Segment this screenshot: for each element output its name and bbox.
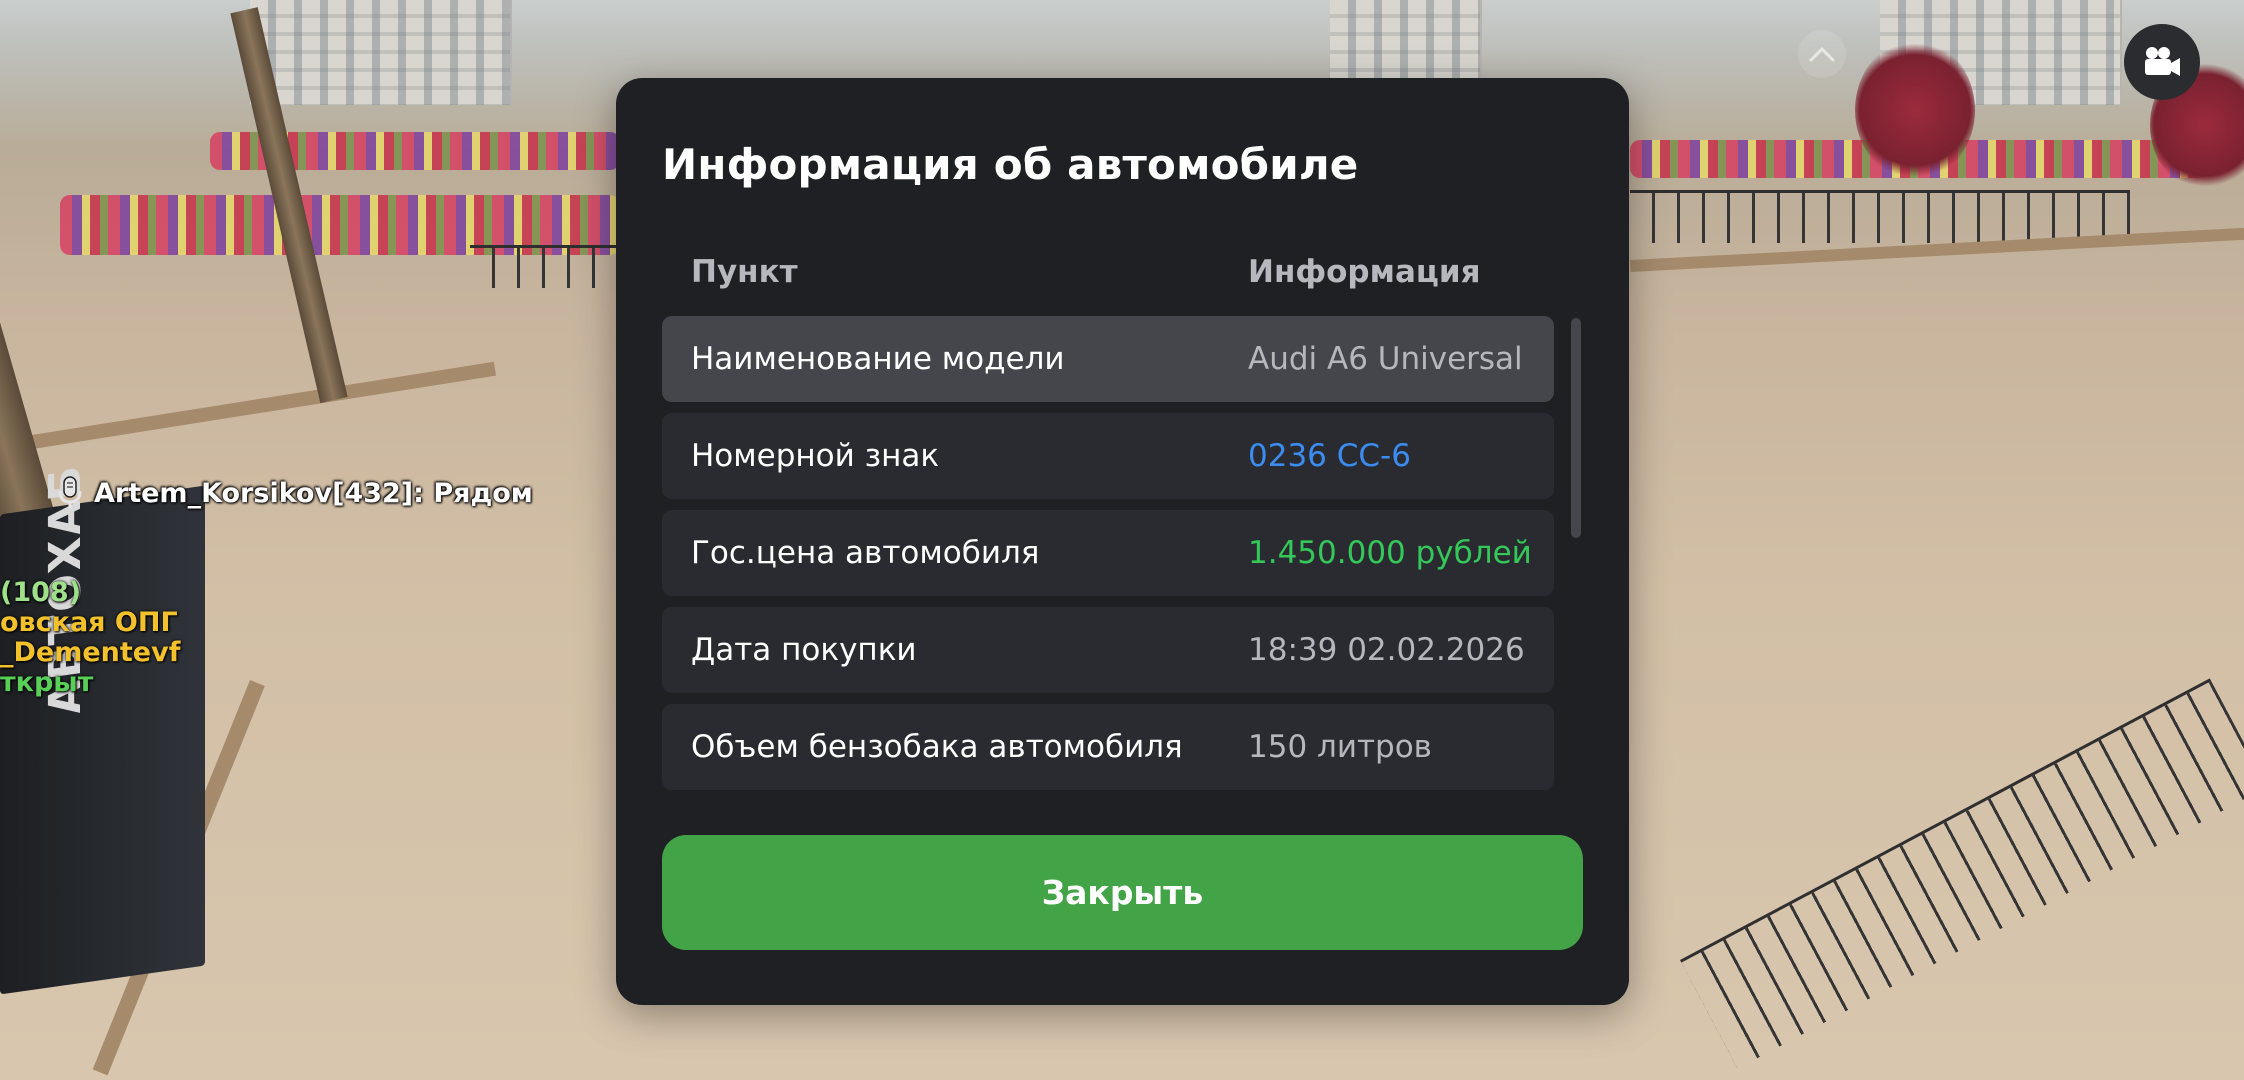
row-label: Дата покупки — [691, 632, 917, 668]
row-label: Гос.цена автомобиля — [691, 535, 1040, 571]
list-scrollbar[interactable] — [1571, 318, 1581, 858]
info-row-fuel-tank[interactable]: Объем бензобака автомобиля 150 литров — [662, 704, 1554, 790]
row-value: 18:39 02.02.2026 — [1248, 632, 1525, 668]
row-value: 0236 CC-6 — [1248, 438, 1411, 474]
row-label: Объем бензобака автомобиля — [691, 729, 1183, 765]
scroll-up-button[interactable] — [1798, 30, 1846, 78]
vehicle-info-dialog: Информация об автомобиле Пункт Информаци… — [616, 78, 1629, 1005]
side-info-line: (108) — [0, 577, 82, 608]
building — [250, 0, 512, 105]
row-value: 1.450.000 рублей — [1248, 535, 1532, 571]
chevron-up-icon — [1809, 47, 1835, 62]
fence — [1680, 678, 2244, 1069]
fence — [470, 245, 620, 288]
row-value: 150 литров — [1248, 729, 1432, 765]
info-row-model[interactable]: Наименование модели Audi A6 Universal — [662, 316, 1554, 402]
row-label: Наименование модели — [691, 341, 1065, 377]
curb — [0, 361, 497, 454]
row-value: Audi A6 Universal — [1248, 341, 1523, 377]
microphone-icon — [56, 476, 84, 510]
video-camera-icon — [2145, 47, 2180, 76]
side-info-line: ткрыт — [0, 667, 94, 698]
fence — [1630, 190, 2130, 243]
side-info-line: овская ОПГ — [0, 607, 178, 638]
info-row-plate[interactable]: Номерной знак 0236 CC-6 — [662, 413, 1554, 499]
info-row-purchase-date[interactable]: Дата покупки 18:39 02.02.2026 — [662, 607, 1554, 693]
scrollbar-thumb[interactable] — [1571, 318, 1581, 538]
player-side-info: (108) овская ОПГ _Dementevf ткрыт — [0, 578, 180, 698]
info-row-price[interactable]: Гос.цена автомобиля 1.450.000 рублей — [662, 510, 1554, 596]
nametag-text: Artem_Korsikov[432]: Рядом — [94, 477, 533, 509]
kiosk: АВТОХАБ — [0, 461, 205, 995]
info-list[interactable]: Наименование модели Audi A6 Universal Но… — [662, 316, 1554, 858]
column-header-info: Информация — [1248, 254, 1481, 290]
red-tree — [1855, 40, 1975, 180]
row-label: Номерной знак — [691, 438, 940, 474]
side-info-line: _Dementevf — [0, 637, 181, 668]
dialog-title: Информация об автомобиле — [662, 140, 1359, 189]
player-nametag: Artem_Korsikov[432]: Рядом — [56, 476, 533, 510]
column-header-item: Пункт — [691, 254, 798, 290]
camera-button[interactable] — [2124, 24, 2200, 100]
close-button[interactable]: Закрыть — [662, 835, 1583, 950]
